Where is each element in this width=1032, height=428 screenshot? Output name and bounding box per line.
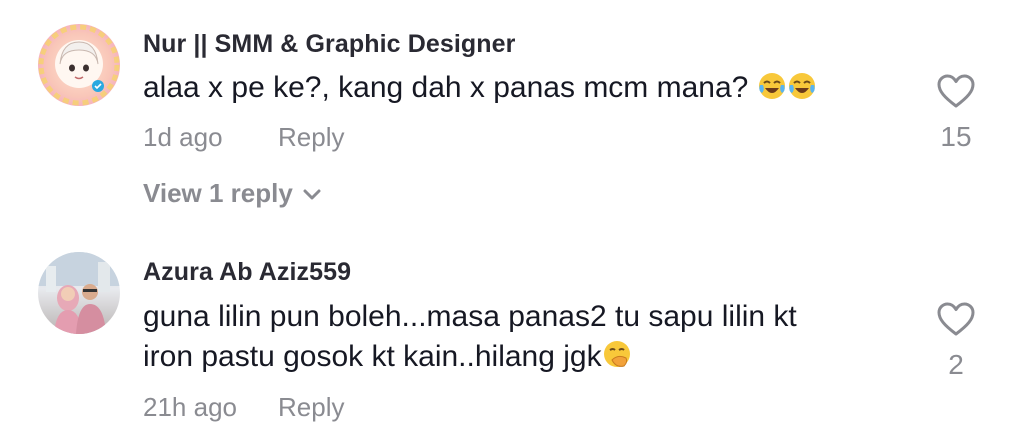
- comment-text: alaa x pe ke?, kang dah x panas mcm mana…: [143, 68, 817, 112]
- view-replies-button[interactable]: View 1 reply: [143, 178, 321, 209]
- avatar[interactable]: [38, 24, 120, 106]
- heart-icon: [937, 74, 975, 108]
- comment-text-line: guna lilin pun boleh...masa panas2 tu sa…: [143, 300, 797, 333]
- like-button[interactable]: [936, 72, 976, 112]
- face-with-hand-over-mouth-icon: [602, 340, 632, 381]
- comment-timestamp: 21h ago: [143, 392, 237, 422]
- comment-timestamp: 1d ago: [143, 122, 223, 152]
- heart-icon: [937, 302, 975, 336]
- avatar-illustration-icon: [38, 24, 120, 106]
- comment-text: guna lilin pun boleh...masa panas2 tu sa…: [143, 297, 797, 381]
- comment-username[interactable]: Azura Ab Aziz559: [143, 258, 351, 287]
- comment-text-line: iron pastu gosok kt kain..hilang jgk: [143, 340, 602, 373]
- view-replies-label: View 1 reply: [143, 178, 293, 208]
- face-with-tears-of-joy-icon: [757, 71, 787, 112]
- comment-text-body: alaa x pe ke?, kang dah x panas mcm mana…: [143, 71, 757, 104]
- comment-username[interactable]: Nur || SMM & Graphic Designer: [143, 30, 516, 59]
- chevron-down-icon: [303, 189, 321, 200]
- face-with-tears-of-joy-icon: [787, 71, 817, 112]
- avatar[interactable]: [38, 252, 120, 334]
- like-button[interactable]: [936, 300, 976, 340]
- like-count: 15: [940, 121, 972, 152]
- reply-button[interactable]: Reply: [278, 392, 344, 423]
- comment-text-line-2: iron pastu gosok kt kain..hilang jgk: [143, 337, 797, 381]
- reply-button[interactable]: Reply: [278, 122, 344, 153]
- avatar-photo-icon: [38, 252, 120, 334]
- like-count: 2: [948, 349, 964, 380]
